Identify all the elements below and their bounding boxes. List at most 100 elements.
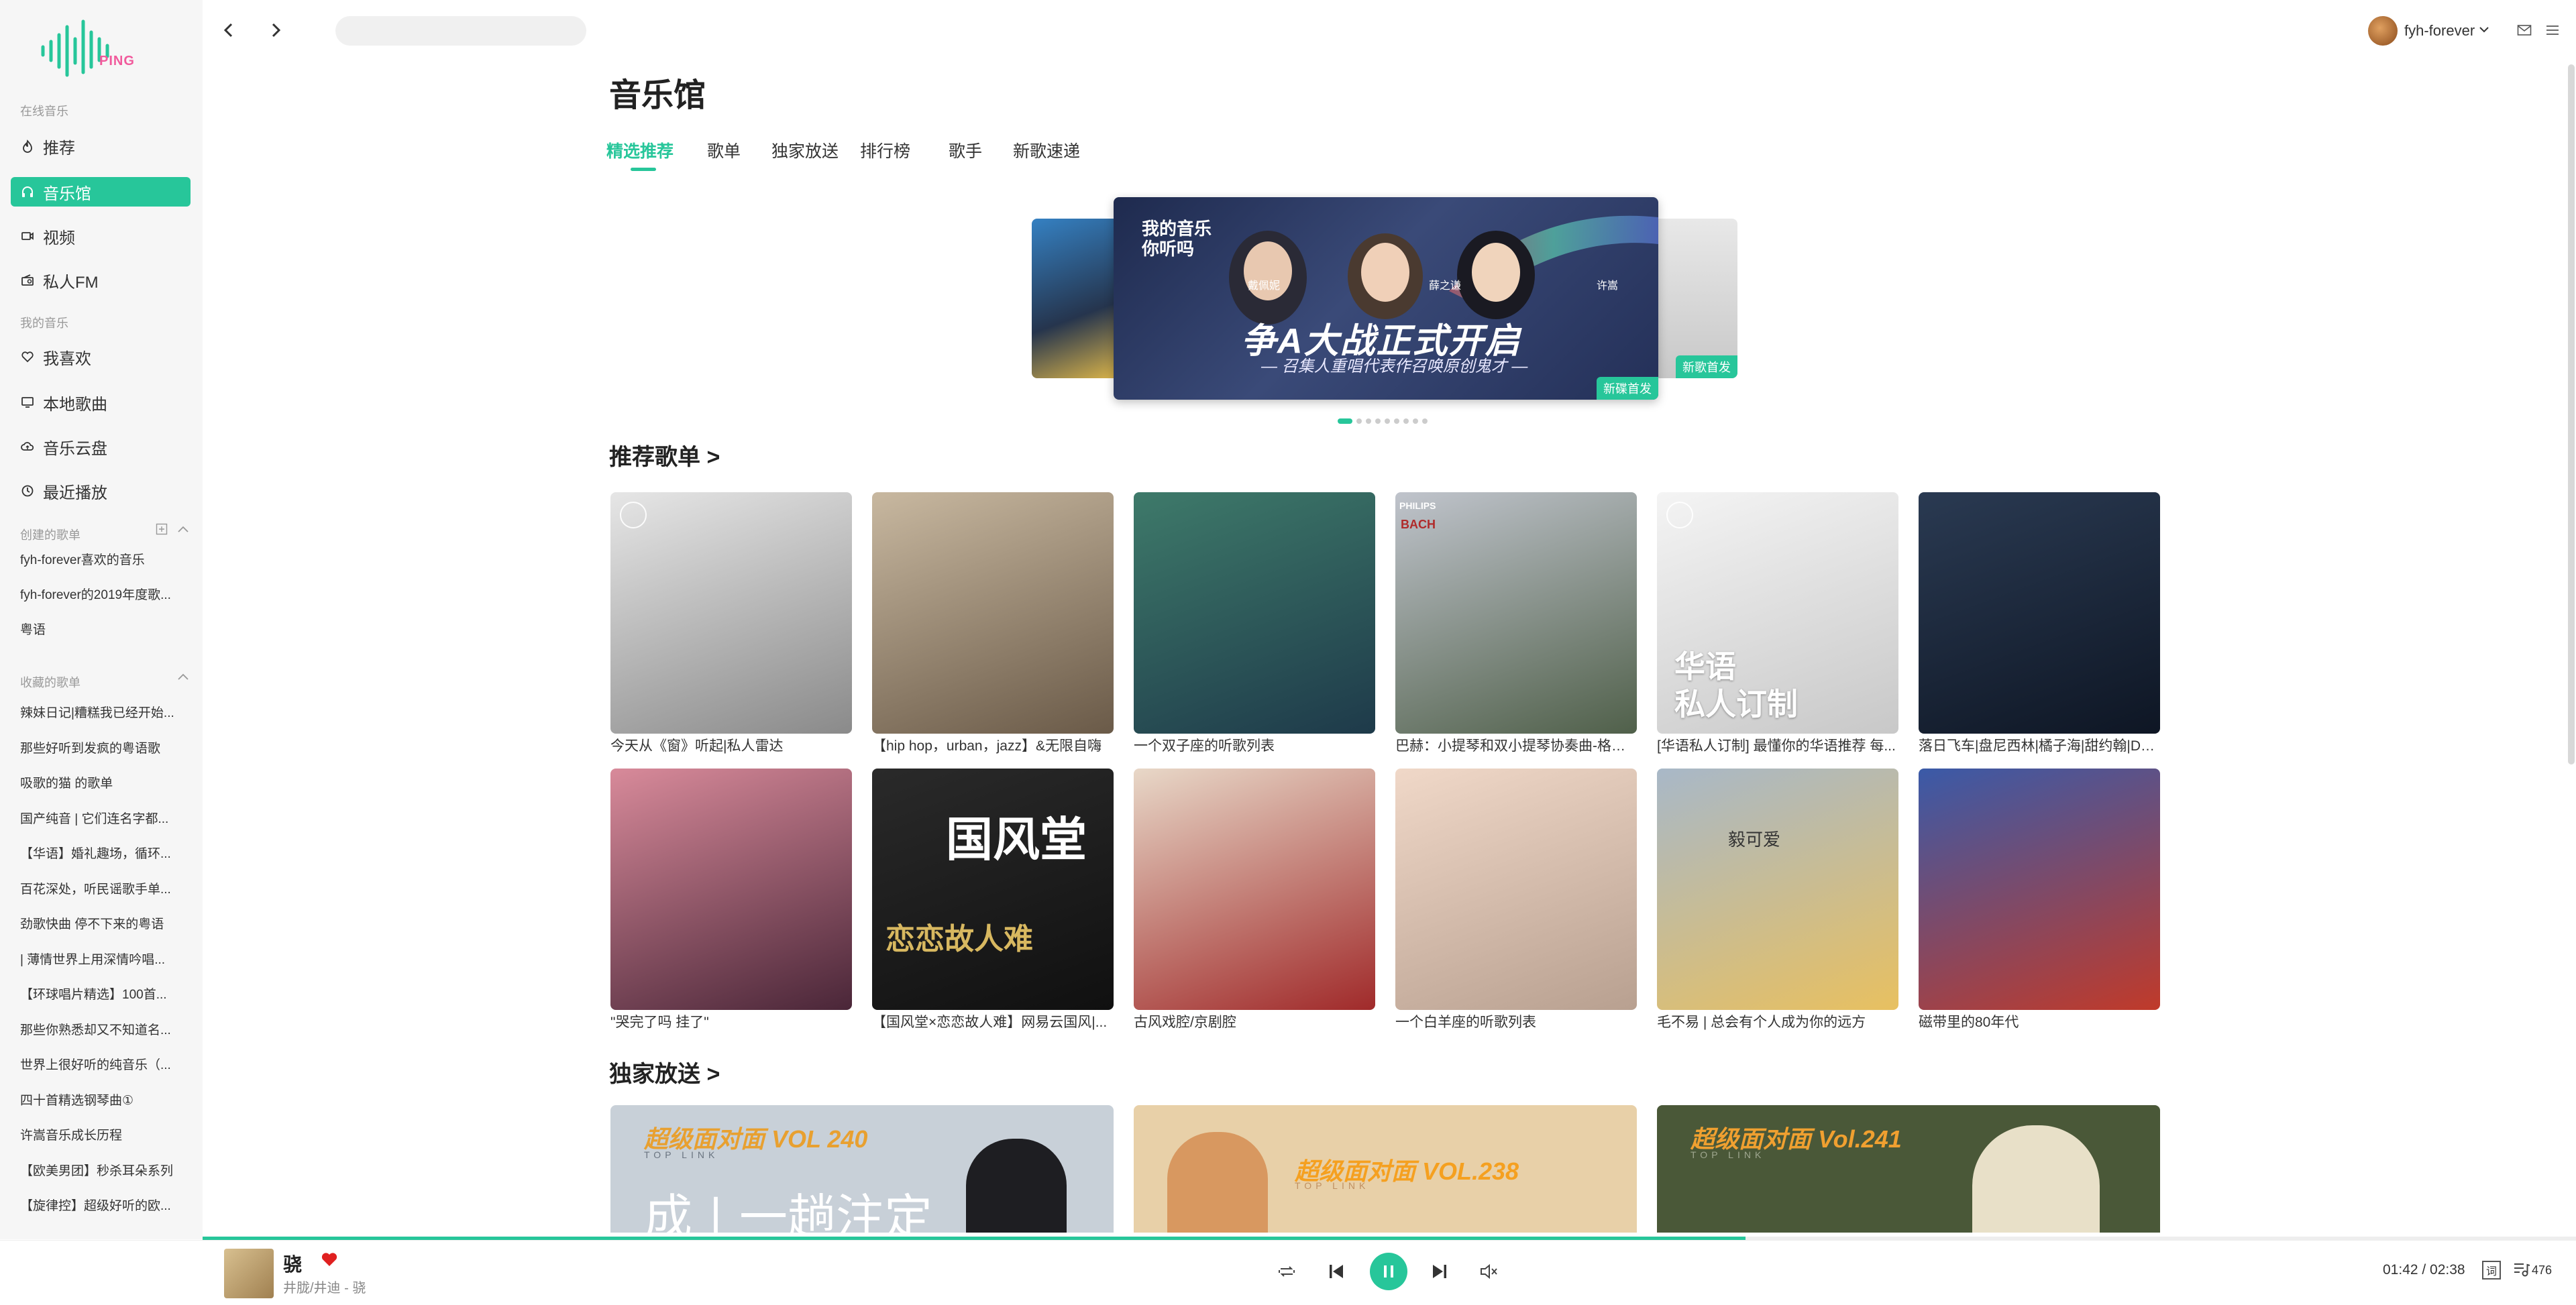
- add-playlist-icon[interactable]: [156, 523, 168, 538]
- playlist-card[interactable]: [1134, 769, 1375, 1010]
- collected-playlist-item[interactable]: 【环球唱片精选】100首...: [20, 984, 188, 1003]
- now-playing-artist[interactable]: 井胧/井迪 - 骁: [283, 1277, 366, 1296]
- playlist-card[interactable]: [610, 492, 852, 734]
- playlist-card-label[interactable]: 巴赫：小提琴和双小提琴协奏曲-格鲁...: [1395, 735, 1637, 755]
- collected-playlist-item[interactable]: 辣妹日记|糟糕我已经开始...: [20, 703, 188, 721]
- avatar[interactable]: [2368, 16, 2398, 46]
- created-playlist-item[interactable]: fyh-forever的2019年度歌...: [20, 585, 188, 603]
- exclusive-card-1[interactable]: 超级面对面 VOL 240 TOP LINK 成 | 一趟注定: [610, 1105, 1114, 1233]
- logo-text: PING: [99, 54, 135, 68]
- loop-icon[interactable]: [1271, 1255, 1303, 1288]
- banner-slide-prev[interactable]: [1032, 219, 1119, 378]
- exclusive-card-2[interactable]: 超级面对面 VOL.238 TOP LINK: [1134, 1105, 1637, 1233]
- carousel-dot[interactable]: [1422, 418, 1428, 424]
- back-button[interactable]: [219, 20, 239, 40]
- playlist-card-label[interactable]: 落日飞车|盘尼西林|橘子海|甜约翰|De...: [1919, 735, 2160, 755]
- lyrics-button[interactable]: 词: [2482, 1261, 2501, 1280]
- previous-button[interactable]: [1320, 1255, 1352, 1288]
- app-logo[interactable]: [38, 19, 145, 79]
- created-playlist-item[interactable]: 粤语: [20, 620, 188, 638]
- collected-playlist-item[interactable]: 许嵩音乐成长历程: [20, 1125, 188, 1143]
- sidebar-item-local-songs[interactable]: 本地歌曲: [11, 388, 191, 417]
- collected-playlist-item[interactable]: 【华语】婚礼趣场，循环...: [20, 844, 188, 862]
- tab-charts[interactable]: 排行榜: [860, 138, 910, 162]
- menu-icon[interactable]: [2542, 20, 2563, 40]
- collected-playlist-item[interactable]: 世界上很好听的纯音乐（...: [20, 1055, 188, 1073]
- app-window: PING 在线音乐 推荐 音乐馆 视频 私人FM 我的音乐 我喜欢 本地歌曲 音…: [0, 0, 2576, 1305]
- now-playing-cover[interactable]: [224, 1249, 274, 1298]
- tab-new-songs[interactable]: 新歌速递: [1013, 138, 1080, 162]
- sidebar-item-recent[interactable]: 最近播放: [11, 476, 191, 506]
- forward-button[interactable]: [266, 20, 286, 40]
- search-input[interactable]: [335, 16, 586, 46]
- playlist-card-label[interactable]: 【国风堂×恋恋故人难】网易云国风|...: [872, 1011, 1114, 1031]
- tab-singers[interactable]: 歌手: [949, 138, 982, 162]
- collapse-collected-icon[interactable]: [177, 672, 189, 685]
- carousel-dot[interactable]: [1413, 418, 1418, 424]
- collected-playlist-item[interactable]: 劲歌快曲 停不下来的粤语: [20, 914, 188, 932]
- carousel-dot[interactable]: [1366, 418, 1371, 424]
- volume-icon[interactable]: [1473, 1255, 1505, 1288]
- collected-playlist-item[interactable]: 吸歌的猫 的歌单: [20, 773, 188, 791]
- carousel-dot[interactable]: [1356, 418, 1362, 424]
- sidebar-item-private-fm[interactable]: 私人FM: [11, 266, 191, 295]
- playlist-card-label[interactable]: 今天从《窗》听起|私人雷达: [610, 735, 852, 755]
- playlist-card[interactable]: [1919, 769, 2160, 1010]
- sidebar-item-cloud-disk[interactable]: 音乐云盘: [11, 432, 191, 461]
- playlist-card-label[interactable]: [华语私人订制] 最懂你的华语推荐 每...: [1657, 735, 1898, 755]
- playlist-card-label[interactable]: 古风戏腔/京剧腔: [1134, 1011, 1375, 1031]
- created-playlist-item[interactable]: fyh-forever喜欢的音乐: [20, 550, 188, 568]
- heart-icon[interactable]: [321, 1251, 338, 1271]
- carousel-dot[interactable]: [1338, 418, 1352, 424]
- collapse-created-icon[interactable]: [177, 524, 189, 537]
- sidebar: PING 在线音乐 推荐 音乐馆 视频 私人FM 我的音乐 我喜欢 本地歌曲 音…: [0, 0, 203, 1239]
- exclusive-title[interactable]: 独家放送 >: [609, 1056, 720, 1088]
- playlist-card-label[interactable]: 一个双子座的听歌列表: [1134, 735, 1375, 755]
- playlist-card-label[interactable]: 磁带里的80年代: [1919, 1011, 2160, 1031]
- tab-exclusive[interactable]: 独家放送: [771, 138, 839, 162]
- collected-playlist-item[interactable]: 百花深处，听民谣歌手单...: [20, 879, 188, 897]
- banner-slide-main[interactable]: 我的音乐你听吗 戴佩妮 薛之谦 许嵩 争A大战正式开启 — 召集人重唱代表作召唤…: [1114, 197, 1658, 400]
- playlist-card[interactable]: [1657, 769, 1898, 1010]
- collected-playlist-item[interactable]: | 薄情世界上用深情吟唱...: [20, 950, 188, 968]
- carousel-dot[interactable]: [1394, 418, 1399, 424]
- exclusive-card-3[interactable]: 超级面对面 Vol.241 TOP LINK: [1657, 1105, 2160, 1233]
- collected-playlist-item[interactable]: 【旋律控】超级好听的欧...: [20, 1196, 188, 1214]
- sidebar-item-music-hall[interactable]: 音乐馆: [11, 177, 191, 207]
- sidebar-item-label: 推荐: [43, 139, 75, 158]
- tab-featured[interactable]: 精选推荐: [606, 138, 674, 162]
- playlist-card[interactable]: [610, 769, 852, 1010]
- carousel-dot[interactable]: [1385, 418, 1390, 424]
- sidebar-item-recommend[interactable]: 推荐: [11, 131, 191, 161]
- collected-playlist-item[interactable]: 那些你熟悉却又不知道名...: [20, 1020, 188, 1038]
- collected-playlist-item[interactable]: 四十首精选钢琴曲①: [20, 1090, 188, 1109]
- carousel-dot[interactable]: [1403, 418, 1409, 424]
- collected-playlist-item[interactable]: 国产纯音 | 它们连名字都...: [20, 809, 188, 827]
- collected-playlist-item[interactable]: 【欧美男团】秒杀耳朵系列: [20, 1161, 188, 1179]
- playlist-card[interactable]: [872, 492, 1114, 734]
- pause-button[interactable]: [1370, 1253, 1407, 1290]
- playlist-card-label[interactable]: 一个白羊座的听歌列表: [1395, 1011, 1637, 1031]
- sidebar-item-favorites[interactable]: 我喜欢: [11, 342, 191, 372]
- playlist-card-label[interactable]: 毛不易 | 总会有个人成为你的远方: [1657, 1011, 1898, 1031]
- next-button[interactable]: [1424, 1255, 1456, 1288]
- playlist-card[interactable]: [1919, 492, 2160, 734]
- playlist-card[interactable]: [1134, 492, 1375, 734]
- playlist-card[interactable]: [1395, 769, 1637, 1010]
- playlist-card-label[interactable]: 【hip hop，urban，jazz】&无限自嗨: [872, 735, 1114, 755]
- collected-playlist-item[interactable]: 那些好听到发疯的粤语歌: [20, 738, 188, 756]
- tab-playlists[interactable]: 歌单: [707, 138, 741, 162]
- recommend-playlists-title[interactable]: 推荐歌单 >: [609, 439, 720, 471]
- sidebar-item-video[interactable]: 视频: [11, 221, 191, 251]
- chevron-down-icon: [2479, 25, 2489, 37]
- carousel-dot[interactable]: [1375, 418, 1381, 424]
- banner-slide-next[interactable]: 新歌首发: [1654, 219, 1737, 378]
- playlist-card-label[interactable]: "哭完了吗 挂了": [610, 1011, 852, 1031]
- scrollbar[interactable]: [2568, 64, 2575, 764]
- playlist-queue-icon[interactable]: [2513, 1261, 2530, 1282]
- user-menu[interactable]: fyh-forever: [2368, 16, 2489, 46]
- now-playing-title[interactable]: 骁: [283, 1250, 302, 1277]
- mail-icon[interactable]: [2514, 20, 2534, 40]
- cloud-icon: [20, 439, 35, 454]
- banner-name-3: 许嵩: [1597, 280, 1619, 292]
